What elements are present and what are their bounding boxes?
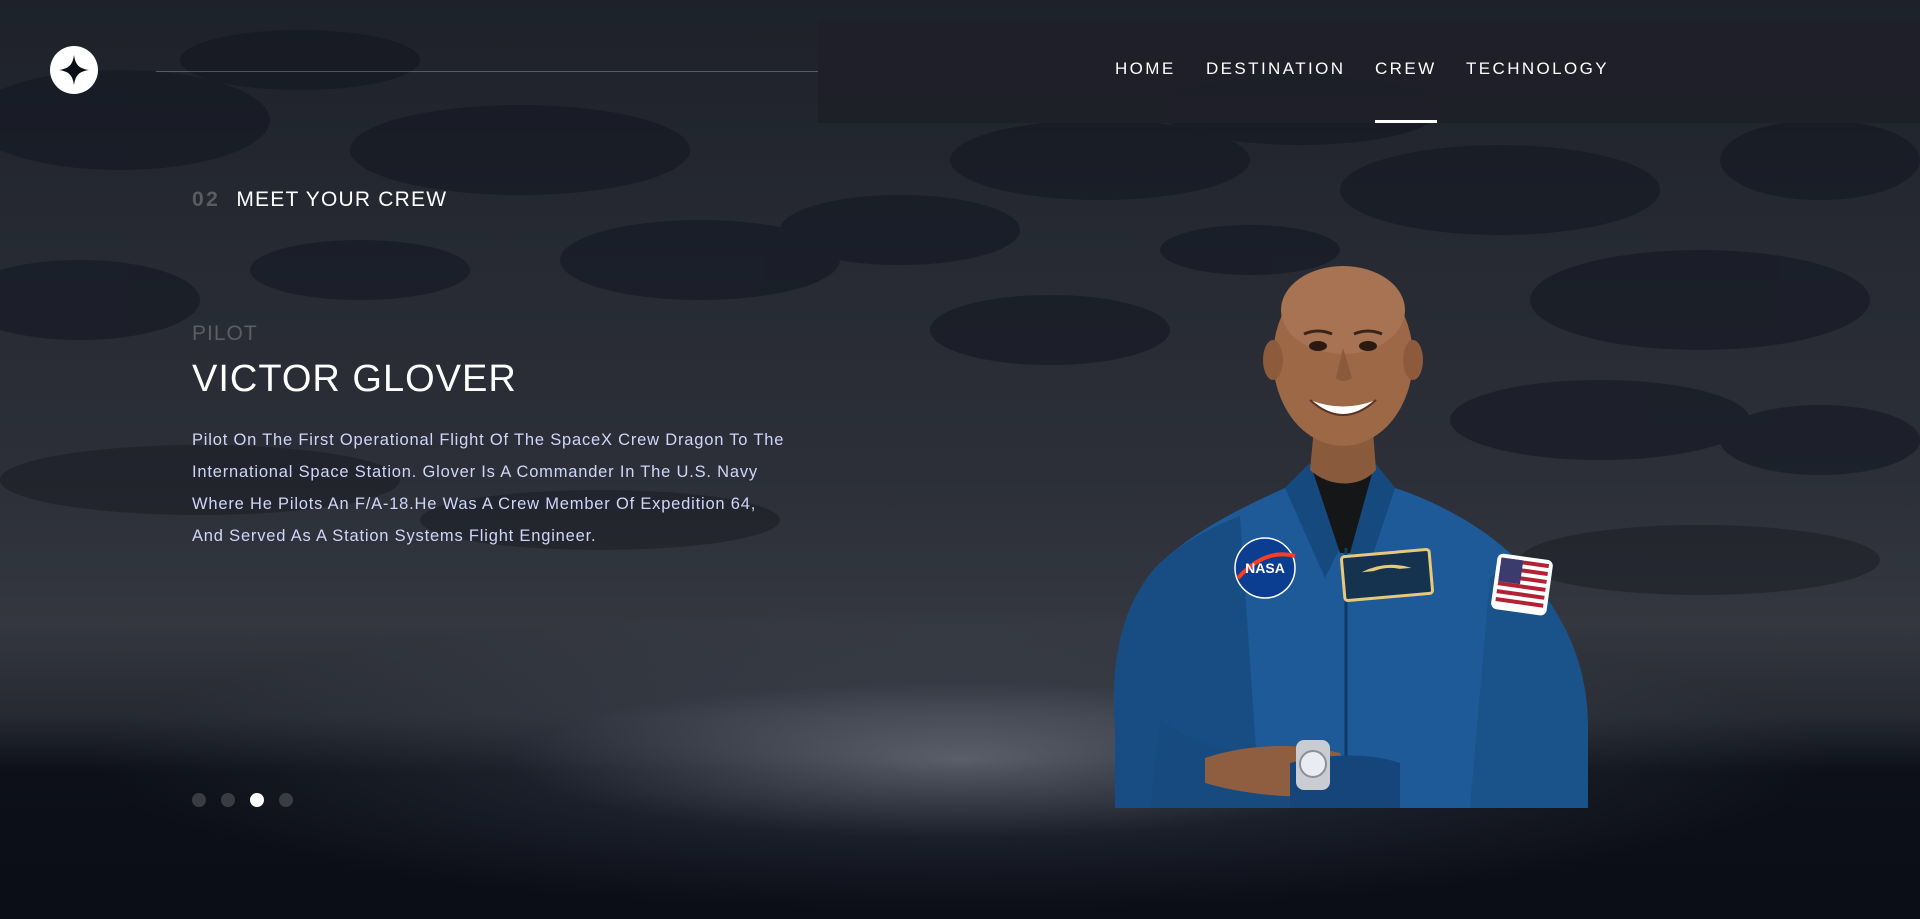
nav-home[interactable]: HOME: [1115, 21, 1176, 123]
crew-bio: Pilot On The First Operational Flight Of…: [192, 431, 785, 545]
page-title: 02 MEET YOUR CREW: [192, 188, 447, 212]
crew-dot-3[interactable]: [250, 793, 264, 807]
crew-dot-1[interactable]: [192, 793, 206, 807]
header-divider: [156, 71, 818, 72]
astronaut-portrait: NASA: [1113, 266, 1588, 808]
logo[interactable]: [50, 46, 98, 94]
crew-pagination: [192, 793, 293, 807]
section-number: 02: [192, 188, 221, 211]
section-title: MEET YOUR CREW: [236, 188, 448, 211]
crew-page: HOME DESTINATION CREW TECHNOLOGY 02 MEET …: [0, 0, 1920, 919]
crew-dot-2[interactable]: [221, 793, 235, 807]
nav-destination[interactable]: DESTINATION: [1206, 21, 1345, 123]
four-point-star-icon: [59, 55, 89, 85]
main-nav: HOME DESTINATION CREW TECHNOLOGY: [818, 21, 1920, 123]
nav-technology[interactable]: TECHNOLOGY: [1466, 21, 1609, 123]
nav-crew[interactable]: CREW: [1375, 21, 1437, 123]
svg-text:NASA: NASA: [1245, 560, 1285, 576]
crew-name: VICTOR GLOVER: [192, 358, 517, 400]
crew-role: PILOT: [192, 322, 258, 345]
crew-dot-4[interactable]: [279, 793, 293, 807]
